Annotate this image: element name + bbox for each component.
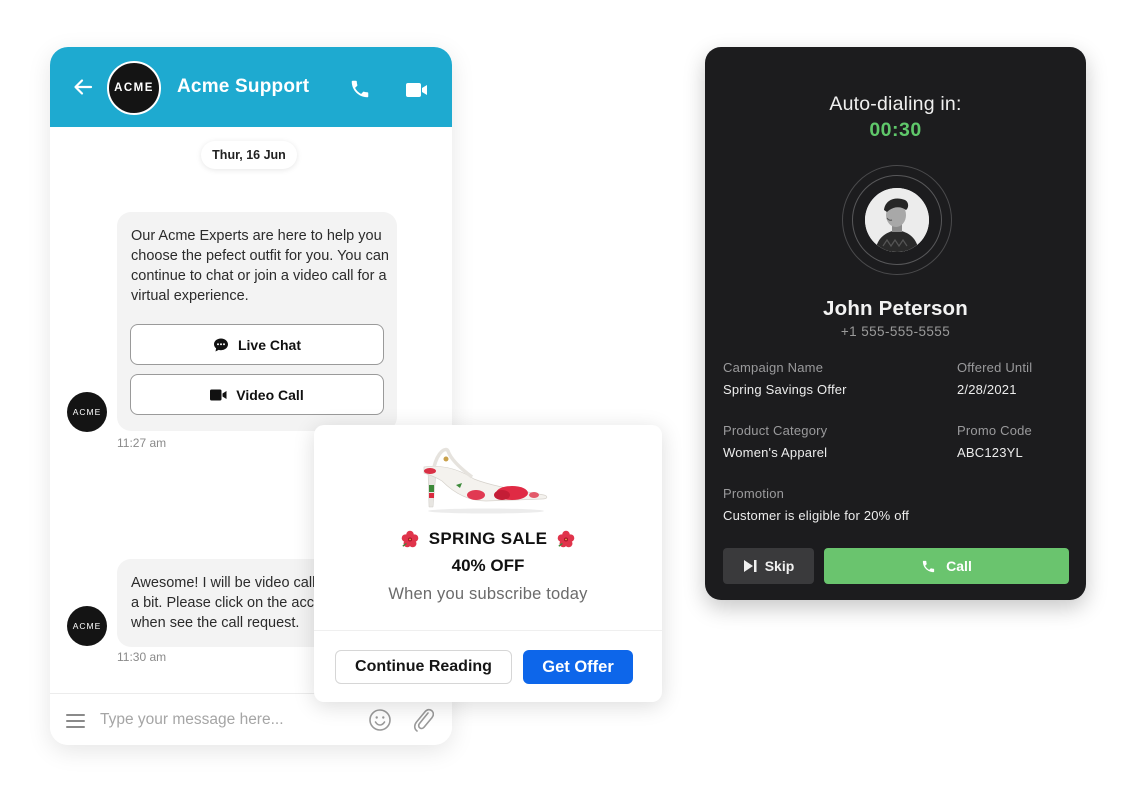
video-call-label: Video Call [236, 386, 304, 403]
message-timestamp: 11:27 am [117, 436, 167, 450]
product-category-label: Product Category [723, 423, 828, 438]
message-timestamp: 11:30 am [117, 650, 167, 664]
skip-forward-icon [743, 560, 757, 572]
skip-label: Skip [764, 558, 795, 574]
smiley-icon[interactable] [368, 708, 392, 732]
date-separator: Thur, 16 Jun [201, 141, 297, 169]
phone-icon [923, 560, 935, 572]
message-text: Our Acme Experts are here to help you ch… [131, 228, 389, 304]
agent-avatar: ACME [67, 392, 107, 432]
auto-dial-label: Auto-dialing in: [829, 93, 962, 115]
call-button[interactable]: Call [824, 548, 1069, 584]
video-call-button[interactable]: Video Call [130, 374, 384, 415]
hibiscus-flower-icon [401, 530, 418, 548]
chat-title: Acme Support [177, 76, 310, 97]
promo-code-label: Promo Code [957, 423, 1032, 438]
arrow-left-icon[interactable] [72, 76, 94, 98]
message-bubble: Our Acme Experts are here to help you ch… [117, 212, 397, 431]
promotion-label: Promotion [723, 486, 785, 501]
paperclip-icon[interactable] [412, 707, 434, 733]
caller-name: John Peterson [823, 297, 968, 320]
product-category-value: Women's Apparel [723, 445, 828, 460]
caller-avatar [865, 188, 929, 252]
video-camera-icon [210, 389, 227, 400]
live-chat-label: Live Chat [237, 336, 301, 353]
chat-bubble-icon [213, 338, 228, 351]
promo-card: SPRING SALE 40% OFF When you subscribe t… [314, 425, 662, 702]
offered-until-value: 2/28/2021 [957, 382, 1017, 397]
agent-avatar: ACME [67, 606, 107, 646]
product-image [423, 447, 548, 514]
countdown-timer: 00:30 [869, 119, 922, 141]
chat-header: ACME Acme Support [50, 47, 452, 127]
promo-subtitle: When you subscribe today [388, 585, 588, 603]
auto-dialer-card: Auto-dialing in: 00:30 John Peterson +1 … [705, 47, 1086, 600]
phone-icon[interactable] [349, 78, 371, 100]
hamburger-menu-icon[interactable] [66, 714, 85, 728]
video-camera-icon[interactable] [406, 82, 428, 98]
sale-title-text: SPRING SALE [428, 529, 548, 548]
discount-text: 40% OFF [451, 556, 525, 575]
call-label: Call [946, 558, 972, 574]
promotion-value: Customer is eligible for 20% off [723, 508, 910, 523]
brand-avatar: ACME [107, 61, 161, 115]
campaign-name-value: Spring Savings Offer [723, 382, 847, 397]
campaign-name-label: Campaign Name [723, 360, 824, 375]
message-input[interactable] [100, 708, 355, 732]
continue-reading-button[interactable]: Continue Reading [335, 650, 512, 684]
promo-code-value: ABC123YL [957, 445, 1023, 460]
live-chat-button[interactable]: Live Chat [130, 324, 384, 365]
skip-button[interactable]: Skip [723, 548, 814, 584]
hibiscus-flower-icon [557, 530, 575, 548]
get-offer-button[interactable]: Get Offer [523, 650, 633, 684]
caller-phone: +1 555-555-5555 [840, 324, 951, 339]
divider [314, 630, 662, 631]
sale-title: SPRING SALE [314, 529, 662, 549]
caller-portrait-image [865, 188, 929, 252]
offered-until-label: Offered Until [957, 360, 1033, 375]
